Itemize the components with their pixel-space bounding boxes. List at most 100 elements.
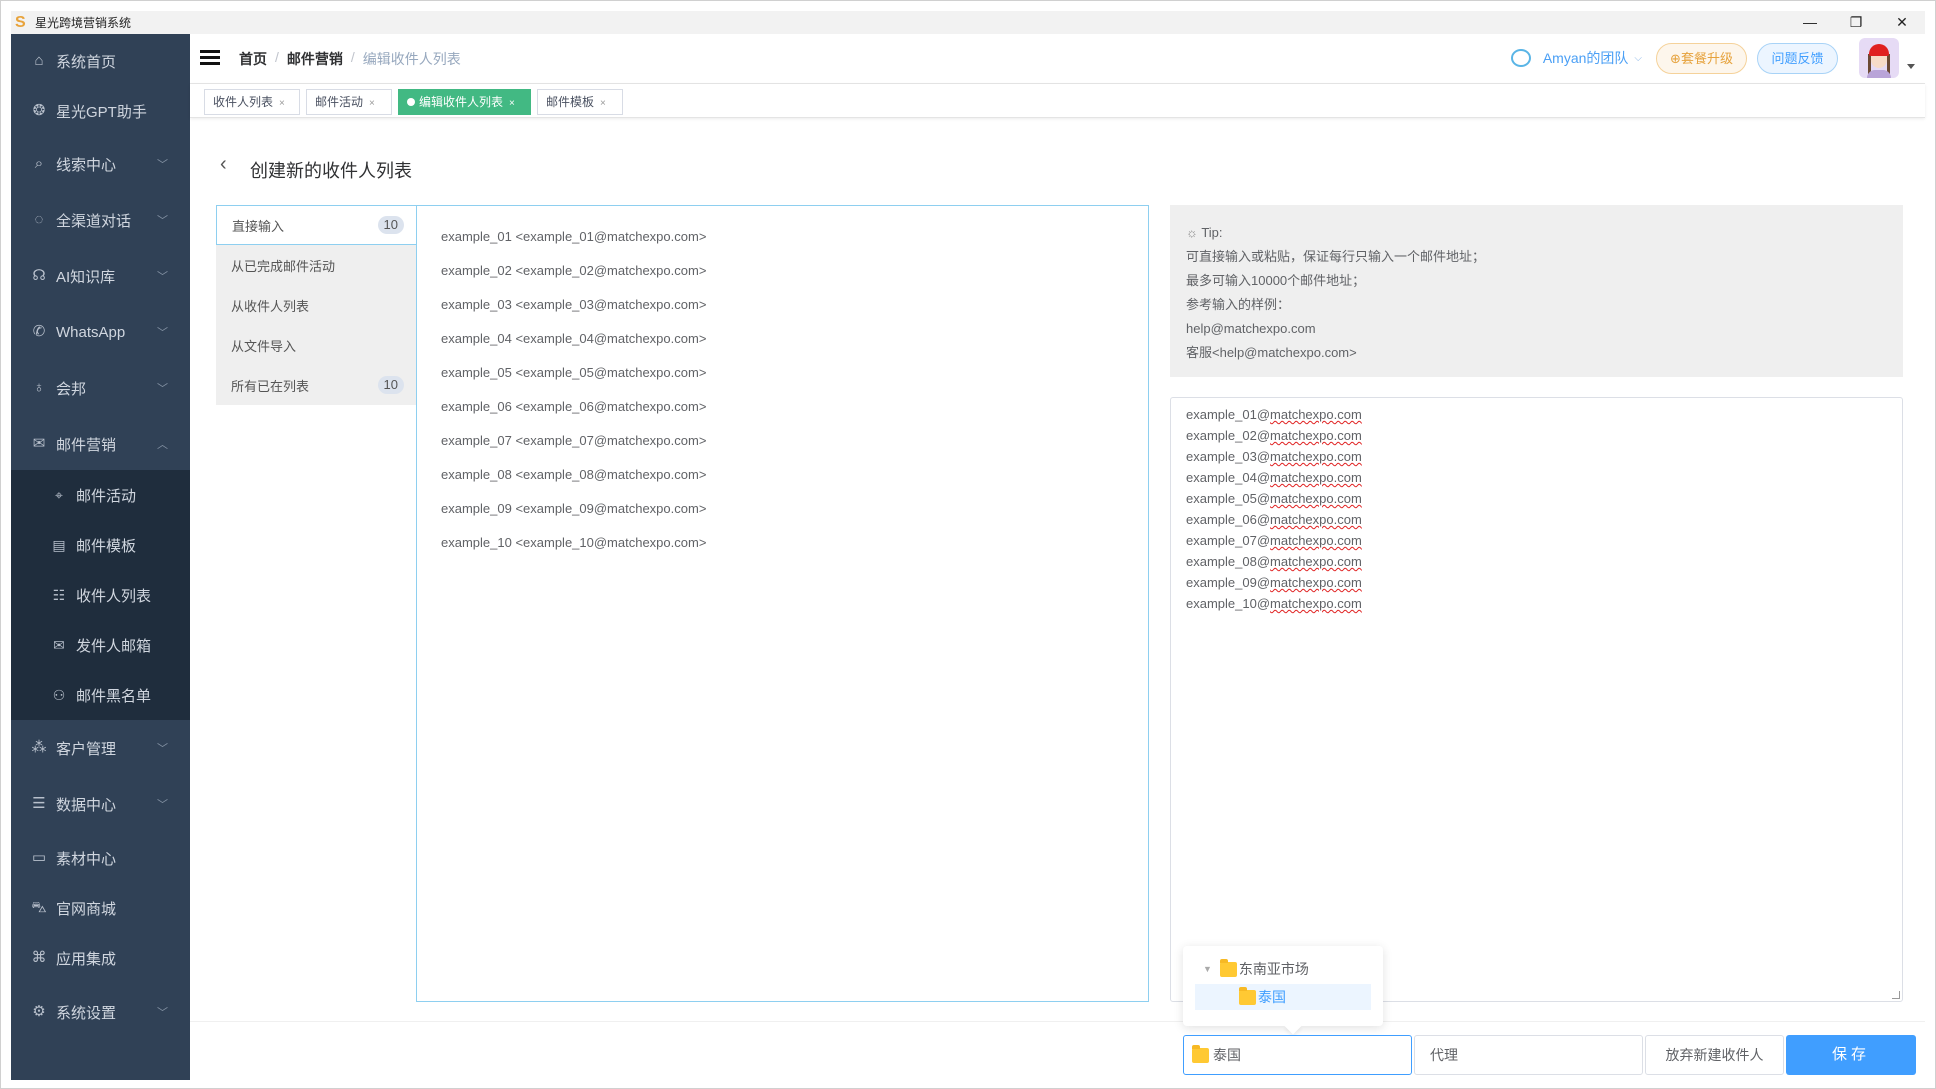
close-tab-icon[interactable]: × xyxy=(509,98,515,109)
preview-row: example_03 <example_03@matchexpo.com> xyxy=(441,297,707,312)
avatar[interactable] xyxy=(1859,38,1899,78)
breadcrumb-email-marketing[interactable]: 邮件营销 xyxy=(287,49,343,69)
close-button[interactable]: ✕ xyxy=(1879,11,1925,34)
close-tab-icon[interactable]: × xyxy=(369,98,375,109)
textarea-line: example_10@matchexpo.com xyxy=(1186,593,1887,614)
discard-button[interactable]: 放弃新建收件人 xyxy=(1645,1035,1784,1075)
submenu-item-1[interactable]: ▤ 邮件模板 xyxy=(11,523,190,567)
tip-line: 可直接输入或粘贴，保证每行只输入一个邮件地址； xyxy=(1186,249,1486,264)
close-tab-icon[interactable]: × xyxy=(279,98,285,109)
submenu-item-2[interactable]: ☷ 收件人列表 xyxy=(11,573,190,617)
upgrade-button[interactable]: ⊕套餐升级 xyxy=(1656,43,1747,74)
chevron-down-icon: ﹀ xyxy=(157,327,168,339)
maximize-button[interactable]: ❐ xyxy=(1833,11,1879,34)
tip-line: 参考输入的样例： xyxy=(1186,297,1291,312)
preview-row: example_04 <example_04@matchexpo.com> xyxy=(441,331,707,346)
sidebar-item-label: 系统设置 xyxy=(56,1004,117,1022)
breadcrumb-home[interactable]: 首页 xyxy=(239,49,267,69)
tab-3[interactable]: 邮件模板 × xyxy=(537,89,623,115)
gear-icon: ⚙ xyxy=(32,1003,46,1020)
tab-2[interactable]: 编辑收件人列表 × xyxy=(398,89,531,115)
tree-node-parent[interactable]: ▼ 东南亚市场 xyxy=(1203,958,1309,980)
sidebar-item-8[interactable]: ⁂ 客户管理 ﹀ xyxy=(11,726,190,770)
back-icon[interactable]: ‹ xyxy=(220,153,227,176)
sidebar-item-1[interactable]: ❂ 星光GPT助手 xyxy=(11,89,190,133)
source-option-1[interactable]: 从已完成邮件活动 xyxy=(216,245,416,285)
tip-box: ☼ Tip: 可直接输入或粘贴，保证每行只输入一个邮件地址； 最多可输入10000… xyxy=(1170,205,1903,377)
sidebar-item-10[interactable]: ▭ 素材中心 xyxy=(11,836,190,880)
resize-handle[interactable] xyxy=(1892,991,1900,999)
preview-row: example_09 <example_09@matchexpo.com> xyxy=(441,501,707,516)
list-icon: ☷ xyxy=(52,587,66,603)
sidebar-item-0[interactable]: ⌂ 系统首页 xyxy=(11,39,190,83)
textarea-line: example_04@matchexpo.com xyxy=(1186,467,1887,488)
sidebar-item-3[interactable]: ◌ 全渠道对话 ﹀ xyxy=(11,198,190,242)
group-select[interactable]: 泰国 xyxy=(1183,1035,1412,1075)
team-selector[interactable]: Amyan的团队 ⌵ xyxy=(1510,48,1642,68)
sidebar-item-6[interactable]: ♁ 会邦 ﹀ xyxy=(11,366,190,410)
save-button[interactable]: 保存 xyxy=(1786,1035,1916,1075)
sidebar-item-2[interactable]: ⌕ 线索中心 ﹀ xyxy=(11,142,190,186)
menu-toggle-icon[interactable] xyxy=(200,50,220,66)
sidebar-item-9[interactable]: ☰ 数据中心 ﹀ xyxy=(11,782,190,826)
template-icon: ▤ xyxy=(52,537,66,553)
bulb-icon: ☼ xyxy=(1186,225,1198,240)
main-content: ‹ 创建新的收件人列表 直接输入 10 从已完成邮件活动 从收件人列表 从文件导入 所有已… xyxy=(190,119,1925,1078)
sidebar-item-13[interactable]: ⚙ 系统设置 ﹀ xyxy=(11,990,190,1034)
source-option-2[interactable]: 从收件人列表 xyxy=(216,285,416,325)
sidebar-item-label: 官网商城 xyxy=(56,900,117,918)
folder-icon xyxy=(1219,958,1237,977)
submenu-item-3[interactable]: ✉ 发件人邮箱 xyxy=(11,623,190,667)
email-local: example_05@ xyxy=(1186,491,1271,506)
textarea-line: example_07@matchexpo.com xyxy=(1186,530,1887,551)
source-option-3[interactable]: 从文件导入 xyxy=(216,325,416,365)
feedback-button[interactable]: 问题反馈 xyxy=(1757,43,1838,74)
count-badge: 10 xyxy=(377,376,404,394)
email-local: example_07@ xyxy=(1186,533,1271,548)
source-option-0[interactable]: 直接输入 10 xyxy=(216,205,416,245)
chevron-down-icon: ﹀ xyxy=(157,799,168,811)
sidebar-item-label: AI知识库 xyxy=(56,268,116,286)
sidebar-item-7[interactable]: ✉ 邮件营销 ︿ xyxy=(11,422,190,466)
tree-node-child[interactable]: 泰国 xyxy=(1195,984,1371,1010)
email-domain: matchexpo.com xyxy=(1270,449,1362,464)
sidebar-item-label: 素材中心 xyxy=(56,850,117,868)
mail-icon: ✉ xyxy=(32,435,46,452)
chevron-down-icon: ﹀ xyxy=(157,215,168,227)
sidebar-item-label: 线索中心 xyxy=(56,156,117,174)
customers-icon: ⁂ xyxy=(31,739,47,756)
chevron-down-icon: ﹀ xyxy=(157,1007,168,1019)
sidebar-item-12[interactable]: ⌘ 应用集成 xyxy=(11,936,190,980)
minimize-button[interactable]: — xyxy=(1787,11,1833,34)
email-domain: matchexpo.com xyxy=(1270,533,1362,548)
source-label: 所有已在列表 xyxy=(231,378,310,394)
cart-icon: ⛍ xyxy=(31,899,47,916)
email-local: example_04@ xyxy=(1186,470,1271,485)
inbox-icon: ✉ xyxy=(53,637,65,653)
email-local: example_01@ xyxy=(1186,407,1271,422)
close-tab-icon[interactable]: × xyxy=(600,98,606,109)
app-title: 星光跨境营销系统 xyxy=(35,16,132,30)
sidebar-item-11[interactable]: ⛍ 官网商城 xyxy=(11,886,190,930)
tag-input[interactable]: 代理 xyxy=(1414,1035,1643,1075)
email-local: example_10@ xyxy=(1186,596,1271,611)
expand-triangle-icon[interactable]: ▼ xyxy=(1203,964,1212,974)
chevron-down-icon: ﹀ xyxy=(157,271,168,283)
whatsapp-icon: ✆ xyxy=(32,323,46,340)
email-domain: matchexpo.com xyxy=(1270,575,1362,590)
tab-0[interactable]: 收件人列表 × xyxy=(204,89,300,115)
sidebar-item-label: 系统首页 xyxy=(56,53,117,71)
tip-line: 客服<help@matchexpo.com> xyxy=(1186,345,1357,360)
email-input-textarea[interactable]: example_01@ matchexpo.com example_02@match… xyxy=(1170,397,1903,1002)
submenu-item-4[interactable]: ⚇ 邮件黑名单 xyxy=(11,673,190,717)
sidebar-item-4[interactable]: ☊ AI知识库 ﹀ xyxy=(11,254,190,298)
submenu-item-label: 邮件模板 xyxy=(76,537,137,555)
source-option-4[interactable]: 所有已在列表 10 xyxy=(216,365,416,405)
chat-icon xyxy=(1510,49,1531,67)
submenu-item-0[interactable]: ⌖ 邮件活动 xyxy=(11,473,190,517)
caret-down-icon[interactable] xyxy=(1907,64,1915,69)
sidebar-item-5[interactable]: ✆ WhatsApp ﹀ xyxy=(11,310,190,354)
textarea-line: example_09@matchexpo.com xyxy=(1186,572,1887,593)
textarea-line: example_02@matchexpo.com xyxy=(1186,425,1887,446)
tab-1[interactable]: 邮件活动 × xyxy=(306,89,392,115)
